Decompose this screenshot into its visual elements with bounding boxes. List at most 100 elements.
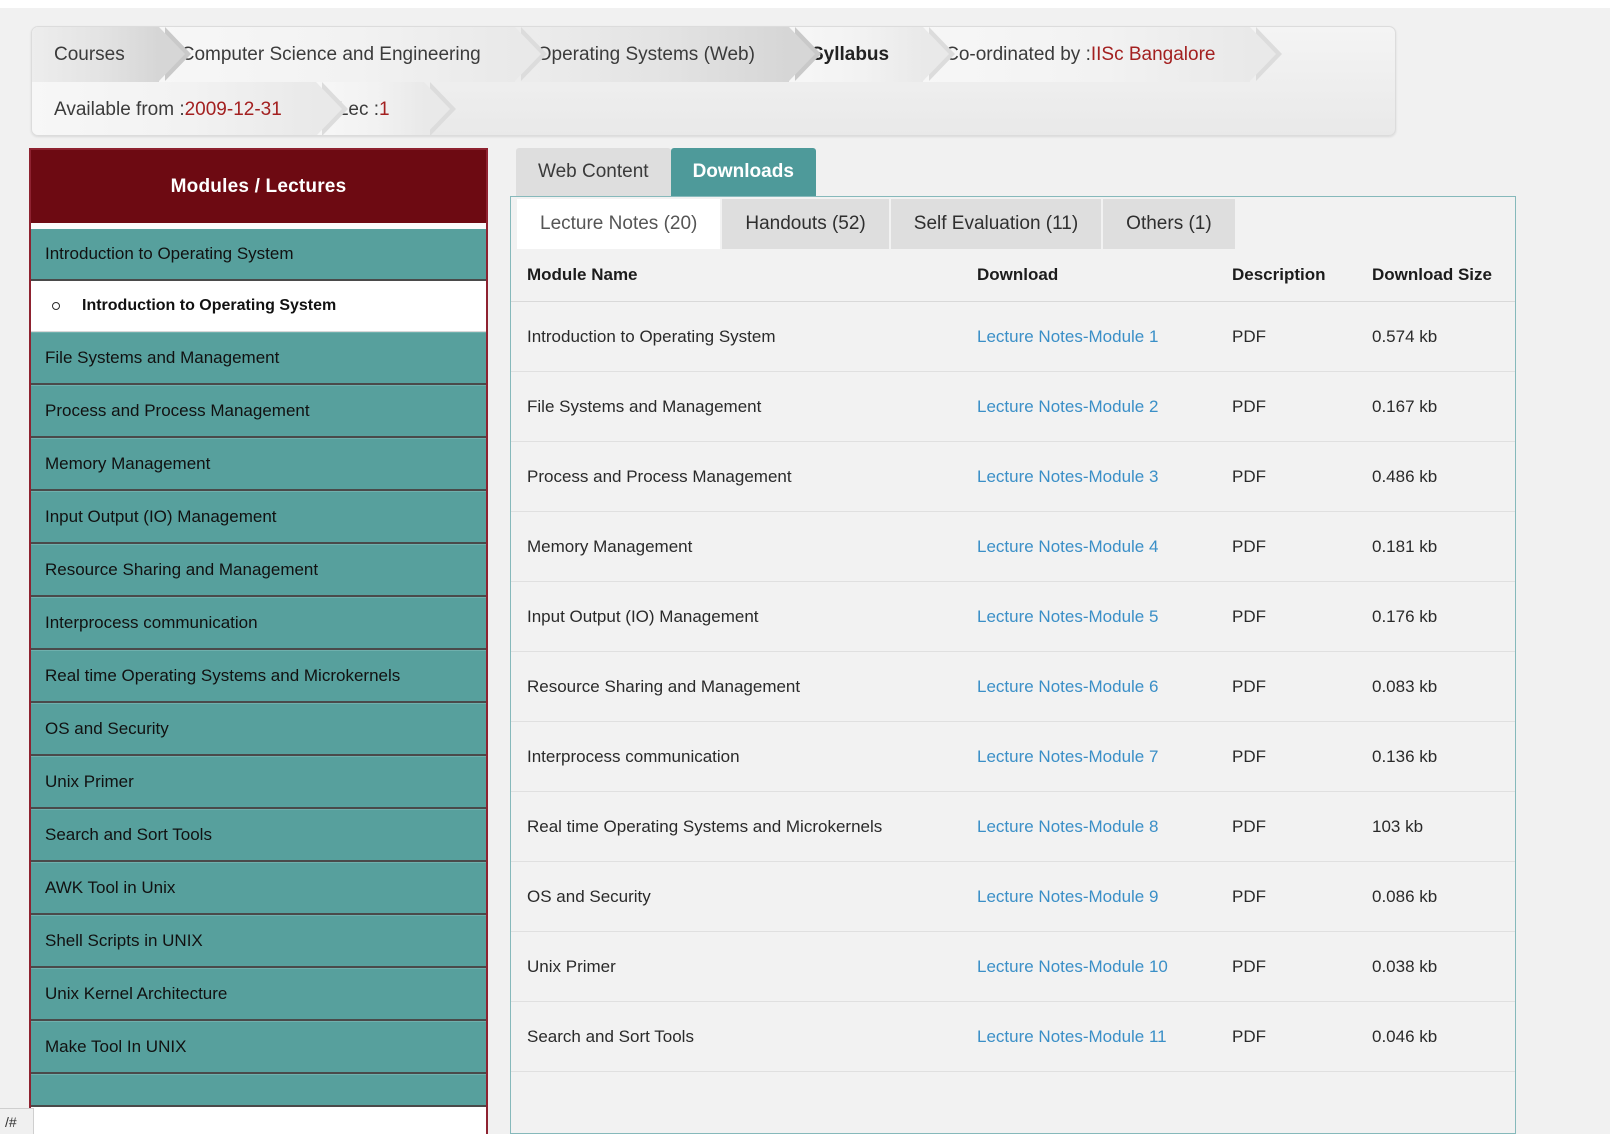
- sidebar-module-item[interactable]: Introduction to Operating System: [31, 229, 486, 281]
- sidebar-module-item[interactable]: Resource Sharing and Management: [31, 544, 486, 597]
- sidebar-module-item[interactable]: File Systems and Management: [31, 332, 486, 385]
- tab-downloads[interactable]: Downloads: [671, 148, 816, 196]
- sidebar-module-item[interactable]: Unix Primer: [31, 756, 486, 809]
- breadcrumb-label: Operating Systems (Web): [537, 44, 755, 66]
- cell-description: PDF: [1216, 302, 1356, 372]
- cell-download-size: 0.167 kb: [1356, 372, 1515, 442]
- sidebar-module-item[interactable]: Make Tool In UNIX: [31, 1021, 486, 1074]
- download-link[interactable]: Lecture Notes-Module 8: [977, 817, 1158, 836]
- cell-download-size: 0.086 kb: [1356, 862, 1515, 932]
- download-link[interactable]: Lecture Notes-Module 7: [977, 747, 1158, 766]
- download-link[interactable]: Lecture Notes-Module 11: [977, 1027, 1167, 1046]
- download-link[interactable]: Lecture Notes-Module 5: [977, 607, 1158, 626]
- breadcrumb-item[interactable]: Computer Science and Engineering: [159, 27, 515, 82]
- breadcrumb-label: Available from :: [54, 99, 185, 121]
- cell-download: Lecture Notes-Module 6: [961, 652, 1216, 722]
- sidebar-module-item[interactable]: Real time Operating Systems and Microker…: [31, 650, 486, 703]
- cell-module-name: File Systems and Management: [511, 372, 961, 442]
- download-link[interactable]: Lecture Notes-Module 2: [977, 397, 1158, 416]
- download-link[interactable]: Lecture Notes-Module 10: [977, 957, 1168, 976]
- cell-download-size: 0.486 kb: [1356, 442, 1515, 512]
- cell-module-name: Introduction to Operating System: [511, 302, 961, 372]
- table-row: Memory Management Lecture Notes-Module 4 P…: [511, 512, 1515, 582]
- sidebar-module-item[interactable]: AWK Tool in Unix: [31, 862, 486, 915]
- cell-description: PDF: [1216, 582, 1356, 652]
- cell-download: Lecture Notes-Module 10: [961, 932, 1216, 1002]
- subtab-self-evaluation-11[interactable]: Self Evaluation (11): [891, 199, 1103, 249]
- sidebar-module-item[interactable]: Interprocess communication: [31, 597, 486, 650]
- tab-web-content[interactable]: Web Content: [516, 148, 671, 196]
- download-link[interactable]: Lecture Notes-Module 1: [977, 327, 1158, 346]
- outer-tab-bar: Web ContentDownloads: [510, 148, 1516, 196]
- table-row: Interprocess communication Lecture Notes-…: [511, 722, 1515, 792]
- breadcrumb: CoursesComputer Science and Engineering O…: [31, 26, 1396, 136]
- sidebar-module-item[interactable]: [31, 1074, 486, 1107]
- sidebar-module-item[interactable]: Search and Sort Tools: [31, 809, 486, 862]
- cell-download: Lecture Notes-Module 2: [961, 372, 1216, 442]
- downloads-panel: Lecture Notes (20)Handouts (52)Self Eval…: [510, 196, 1516, 1134]
- breadcrumb-label: Co-ordinated by :: [945, 44, 1091, 66]
- download-link[interactable]: Lecture Notes-Module 6: [977, 677, 1158, 696]
- download-link[interactable]: Lecture Notes-Module 3: [977, 467, 1158, 486]
- breadcrumb-accent-value: 1: [379, 99, 390, 121]
- breadcrumb-item[interactable]: Courses: [32, 27, 159, 82]
- sidebar-module-item[interactable]: Unix Kernel Architecture: [31, 968, 486, 1021]
- cell-download-size: 0.181 kb: [1356, 512, 1515, 582]
- table-row: Unix PrimerLecture Notes-Module 10PDF0.0…: [511, 932, 1515, 1002]
- inner-tab-bar: Lecture Notes (20)Handouts (52)Self Eval…: [511, 197, 1515, 249]
- sidebar-module-item[interactable]: Shell Scripts in UNIX: [31, 915, 486, 968]
- cell-description: PDF: [1216, 722, 1356, 792]
- cell-description: PDF: [1216, 1002, 1356, 1072]
- cell-download: Lecture Notes-Module 4: [961, 512, 1216, 582]
- table-header-row: Module NameDownloadDescriptionDownload S…: [511, 249, 1515, 302]
- download-link[interactable]: Lecture Notes-Module 4: [977, 537, 1158, 556]
- table-row: Introduction to Operating System Lecture …: [511, 302, 1515, 372]
- table-body: Introduction to Operating System Lecture …: [511, 302, 1515, 1072]
- sidebar-module-item[interactable]: OS and Security: [31, 703, 486, 756]
- cell-download-size: 0.574 kb: [1356, 302, 1515, 372]
- breadcrumb-item[interactable]: Available from : 2009-12-31: [32, 82, 316, 136]
- column-header: Module Name: [511, 249, 961, 302]
- cell-description: PDF: [1216, 652, 1356, 722]
- table-row: File Systems and Management Lecture Notes…: [511, 372, 1515, 442]
- subtab-lecture-notes-20[interactable]: Lecture Notes (20): [517, 199, 722, 249]
- modules-sidebar: Modules / Lectures Introduction to Opera…: [29, 148, 488, 1134]
- cell-download: Lecture Notes-Module 9: [961, 862, 1216, 932]
- sidebar-module-item[interactable]: Process and Process Management: [31, 385, 486, 438]
- breadcrumb-row-1: CoursesComputer Science and Engineering O…: [32, 27, 1395, 82]
- main-content: Web ContentDownloads Lecture Notes (20)H…: [510, 148, 1516, 1134]
- table-row: Resource Sharing and ManagementLecture N…: [511, 652, 1515, 722]
- cell-module-name: Memory Management: [511, 512, 961, 582]
- breadcrumb-item[interactable]: Co-ordinated by : IISc Bangalore: [923, 27, 1249, 82]
- sidebar-module-item[interactable]: Input Output (IO) Management: [31, 491, 486, 544]
- cell-download-size: 0.176 kb: [1356, 582, 1515, 652]
- subtab-handouts-52[interactable]: Handouts (52): [722, 199, 890, 249]
- column-header: Download: [961, 249, 1216, 302]
- cell-download-size: 0.083 kb: [1356, 652, 1515, 722]
- cell-download: Lecture Notes-Module 8: [961, 792, 1216, 862]
- cell-download: Lecture Notes-Module 5: [961, 582, 1216, 652]
- download-link[interactable]: Lecture Notes-Module 9: [977, 887, 1158, 906]
- cell-description: PDF: [1216, 932, 1356, 1002]
- page-root: CoursesComputer Science and Engineering O…: [0, 0, 1610, 1134]
- cell-module-name: Input Output (IO) Management: [511, 582, 961, 652]
- cell-download-size: 103 kb: [1356, 792, 1515, 862]
- sidebar-lecture-item[interactable]: Introduction to Operating System: [31, 281, 486, 332]
- cell-description: PDF: [1216, 512, 1356, 582]
- cell-module-name: Search and Sort Tools: [511, 1002, 961, 1072]
- cell-description: PDF: [1216, 442, 1356, 512]
- status-bar-text: /#: [5, 1114, 17, 1130]
- breadcrumb-item[interactable]: Operating Systems (Web): [515, 27, 789, 82]
- breadcrumb-accent-value: 2009-12-31: [185, 99, 282, 121]
- cell-download-size: 0.038 kb: [1356, 932, 1515, 1002]
- cell-module-name: OS and Security: [511, 862, 961, 932]
- sidebar-module-item[interactable]: Memory Management: [31, 438, 486, 491]
- table-row: Process and Process ManagementLecture No…: [511, 442, 1515, 512]
- cell-module-name: Interprocess communication: [511, 722, 961, 792]
- breadcrumb-row-2: Available from : 2009-12-31Lec :1: [32, 82, 1395, 136]
- cell-module-name: Real time Operating Systems and Microker…: [511, 792, 961, 862]
- cell-description: PDF: [1216, 792, 1356, 862]
- sidebar-lecture-label: Introduction to Operating System: [82, 297, 336, 315]
- status-bar: /#: [0, 1108, 34, 1134]
- subtab-others-1[interactable]: Others (1): [1103, 199, 1237, 249]
